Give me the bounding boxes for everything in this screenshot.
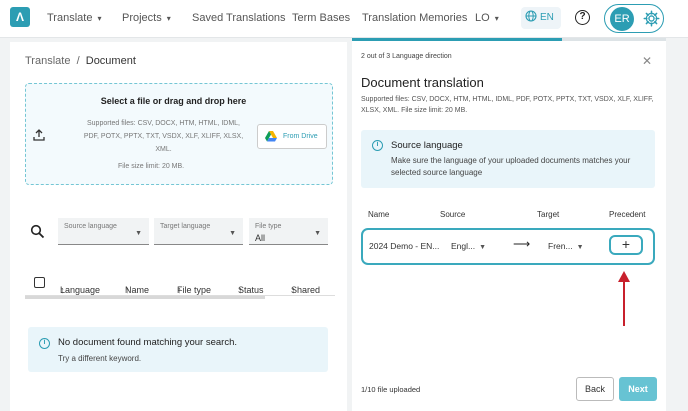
dropzone-supported-files: Supported files: CSV, DOCX, HTM, HTML, I… [83,120,244,153]
nav-translate-label: Translate [47,12,93,24]
chevron-down-icon: ▾ [97,14,102,23]
supported-files-note: Supported files: CSV, DOCX, HTM, HTML, I… [361,96,654,114]
dropzone-file-limit: File size limit: 20 MB. [118,163,185,170]
dropzone-title: Select a file or drag and drop here [100,96,247,106]
document-list-panel: Translate / Document Select a file or dr… [10,42,347,411]
help-icon[interactable]: ? [575,10,590,25]
notice-text: Make sure the language of your uploaded … [391,156,631,177]
file-type-select[interactable]: File type All ▼ [249,218,328,245]
nav-saved-translations[interactable]: Saved Translations [192,0,286,36]
arrow-right-icon: ⟶ [513,237,531,251]
info-icon: i [372,140,383,151]
document-row: 2024 Demo - EN... Engl... ▼ ⟶ Fren... ▼ + [361,228,655,265]
source-language-select[interactable]: Source language ▼ [58,218,149,245]
search-icon[interactable] [30,224,45,239]
column-header-label: File type [177,285,212,295]
nav-translate[interactable]: Translate ▾ [47,0,101,36]
user-menu[interactable]: ER [604,4,664,33]
column-header-source: Source [440,210,466,219]
chevron-down-icon: ▾ [166,14,171,23]
empty-state-message: i No document found matching your search… [28,327,328,372]
next-button[interactable]: Next [619,377,657,401]
empty-state-title: No document found matching your search. [58,337,238,348]
translation-wizard-panel: 2 out of 3 Language direction ✕ Document… [352,41,666,411]
file-dropzone[interactable]: Select a file or drag and drop here Supp… [25,83,333,185]
nav-projects[interactable]: Projects ▾ [122,0,171,36]
sort-up-icon: ↑ [238,285,243,295]
sort-up-icon: ↑ [177,285,182,295]
column-header-name: Name [368,210,390,219]
horizontal-scrollbar[interactable] [25,296,265,299]
from-drive-label: From Drive [283,133,318,140]
nav-lo-label: LO [475,12,490,24]
info-icon: i [39,338,50,349]
back-button[interactable]: Back [576,377,614,401]
sort-up-icon: ↑ [125,285,130,295]
chevron-down-icon: ▼ [576,244,584,251]
sort-up-icon: ↑ [60,285,65,295]
table-header-row: Language ↑ Name ↑ File type ↑ Status ↑ S… [25,269,335,296]
upload-icon [33,129,45,141]
annotation-arrow-icon [618,271,630,326]
file-type-value: All [255,233,266,243]
breadcrumb-separator: / [73,55,83,67]
source-language-dropdown[interactable]: Engl... ▼ [451,241,486,251]
source-language-value: Engl... [451,241,476,251]
chevron-down-icon: ▼ [229,230,236,237]
target-language-label: Target language [160,223,211,230]
source-language-label: Source language [64,223,117,230]
gear-icon[interactable] [643,10,660,27]
language-switcher[interactable]: EN [521,7,561,29]
breadcrumb: Translate / Document [25,55,136,67]
chevron-down-icon: ▾ [494,14,499,23]
language-label: EN [540,12,554,23]
avatar[interactable]: ER [610,7,634,31]
google-drive-icon [265,131,277,142]
panel-title: Document translation [361,75,484,90]
add-precedent-button[interactable]: + [609,235,643,255]
target-language-dropdown[interactable]: Fren... ▼ [548,241,584,251]
file-count-status: 1/10 file uploaded [361,385,421,394]
file-type-label: File type [255,223,282,230]
from-drive-button[interactable]: From Drive [257,124,327,149]
notice-title: Source language [391,140,463,151]
nav-projects-label: Projects [122,12,162,24]
globe-icon [525,10,537,22]
column-header-target: Target [537,210,560,219]
chevron-down-icon: ▼ [135,230,142,237]
target-language-select[interactable]: Target language ▼ [154,218,243,245]
breadcrumb-document: Document [85,55,136,67]
close-icon[interactable]: ✕ [642,55,652,67]
select-all-checkbox[interactable] [34,277,45,288]
nav-translation-memories[interactable]: Translation Memories [362,0,467,36]
sort-up-icon: ↑ [291,285,296,295]
app-logo-icon[interactable]: Λ [10,7,30,27]
source-language-notice: i Source language Make sure the language… [361,130,655,188]
column-header-precedent: Precedent [609,210,646,219]
column-header-label: Language [60,285,101,295]
chevron-down-icon: ▼ [479,244,487,251]
nav-term-bases[interactable]: Term Bases [292,0,350,36]
empty-state-subtitle: Try a different keyword. [58,354,142,363]
step-indicator: 2 out of 3 Language direction [361,53,452,60]
document-name: 2024 Demo - EN... [369,241,440,251]
target-language-value: Fren... [548,241,573,251]
top-nav-bar: Λ Translate ▾ Projects ▾ Saved Translation… [0,0,688,38]
nav-lo[interactable]: LO ▾ [475,0,499,36]
chevron-down-icon: ▼ [314,230,321,237]
breadcrumb-translate[interactable]: Translate [25,55,70,67]
